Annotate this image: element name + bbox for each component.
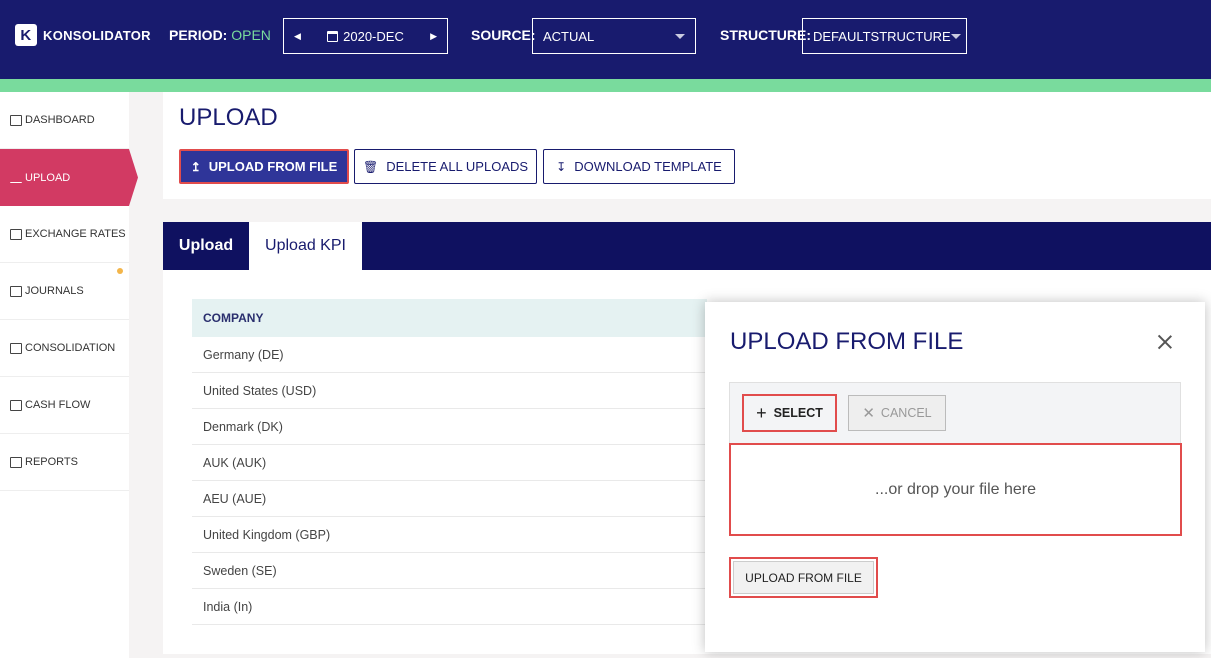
brand-logo[interactable]: K KONSOLIDATOR [15, 24, 151, 46]
sidebar-item-exchange-rates[interactable]: EXCHANGE RATES [0, 206, 129, 263]
bar-chart-icon [10, 228, 22, 240]
delete-all-uploads-button[interactable]: 🗑 DELETE ALL UPLOADS [354, 149, 537, 184]
upload-icon [10, 172, 22, 183]
table-row[interactable]: Denmark (DK) [192, 409, 707, 445]
structure-select[interactable]: DEFAULTSTRUCTURE [802, 18, 967, 54]
modal-upload-from-file-button[interactable]: UPLOAD FROM FILE [729, 557, 878, 598]
drop-zone-text: ...or drop your file here [875, 480, 1036, 498]
source-label: SOURCE: [471, 27, 536, 43]
modal-title: UPLOAD FROM FILE [730, 328, 964, 355]
sidebar-item-reports[interactable]: REPORTS [0, 434, 129, 491]
upload-from-file-button[interactable]: ↥ UPLOAD FROM FILE [179, 149, 349, 184]
sidebar-item-upload[interactable]: UPLOAD [0, 149, 138, 206]
file-drop-zone[interactable]: ...or drop your file here [729, 443, 1182, 536]
structure-value: DEFAULTSTRUCTURE [813, 28, 951, 44]
page-title: UPLOAD [179, 104, 278, 131]
source-value: ACTUAL [543, 28, 595, 44]
download-icon: ↧ [556, 159, 567, 174]
structure-label: STRUCTURE: [720, 27, 811, 43]
table-row[interactable]: United Kingdom (GBP) [192, 517, 707, 553]
table-row[interactable]: United States (USD) [192, 373, 707, 409]
line-chart-icon [10, 456, 22, 468]
cash-icon [10, 399, 22, 411]
select-file-button[interactable]: + SELECT [742, 394, 837, 432]
konsolidator-icon [10, 342, 22, 354]
trash-icon: 🗑 [362, 159, 379, 174]
period-status: OPEN [231, 27, 271, 43]
table-row[interactable]: AUK (AUK) [192, 445, 707, 481]
table-row[interactable]: Sweden (SE) [192, 553, 707, 589]
sidebar-item-dashboard[interactable]: DASHBOARD [0, 92, 129, 149]
konsolidator-logo-icon: K [15, 24, 37, 46]
sidebar-item-journals[interactable]: JOURNALS [0, 263, 129, 320]
cancel-button[interactable]: ✕ CANCEL [848, 395, 946, 431]
close-icon[interactable] [1156, 333, 1174, 351]
column-header-company[interactable]: COMPANY [192, 299, 707, 337]
company-table: COMPANY Germany (DE) United States (USD)… [192, 299, 707, 625]
brand-name: KONSOLIDATOR [43, 27, 151, 43]
home-icon [10, 114, 22, 126]
plus-icon: + [756, 402, 767, 423]
upload-icon: ↥ [190, 159, 201, 174]
prev-period-button[interactable]: ◀ [294, 31, 301, 42]
table-row[interactable]: India (In) [192, 589, 707, 625]
next-period-button[interactable]: ▶ [430, 31, 437, 42]
close-icon: ✕ [862, 405, 875, 422]
calendar-icon [327, 30, 339, 42]
sidebar-item-cash-flow[interactable]: CASH FLOW [0, 377, 129, 434]
period-picker: ◀ 2020-DEC ▶ [283, 18, 448, 54]
tab-upload[interactable]: Upload [163, 222, 249, 270]
period-label: PERIOD: OPEN [169, 27, 271, 43]
journal-icon [10, 285, 22, 297]
chevron-down-icon [675, 33, 685, 39]
tab-upload-kpi[interactable]: Upload KPI [249, 222, 362, 270]
table-row[interactable]: Germany (DE) [192, 337, 707, 373]
period-value[interactable]: 2020-DEC [343, 29, 404, 44]
table-row[interactable]: AEU (AUE) [192, 481, 707, 517]
source-select[interactable]: ACTUAL [532, 18, 696, 54]
accent-line [0, 79, 1211, 92]
notification-dot [117, 268, 123, 274]
download-template-button[interactable]: ↧ DOWNLOAD TEMPLATE [543, 149, 735, 184]
sidebar-item-consolidation[interactable]: CONSOLIDATION [0, 320, 129, 377]
chevron-down-icon [950, 33, 961, 39]
